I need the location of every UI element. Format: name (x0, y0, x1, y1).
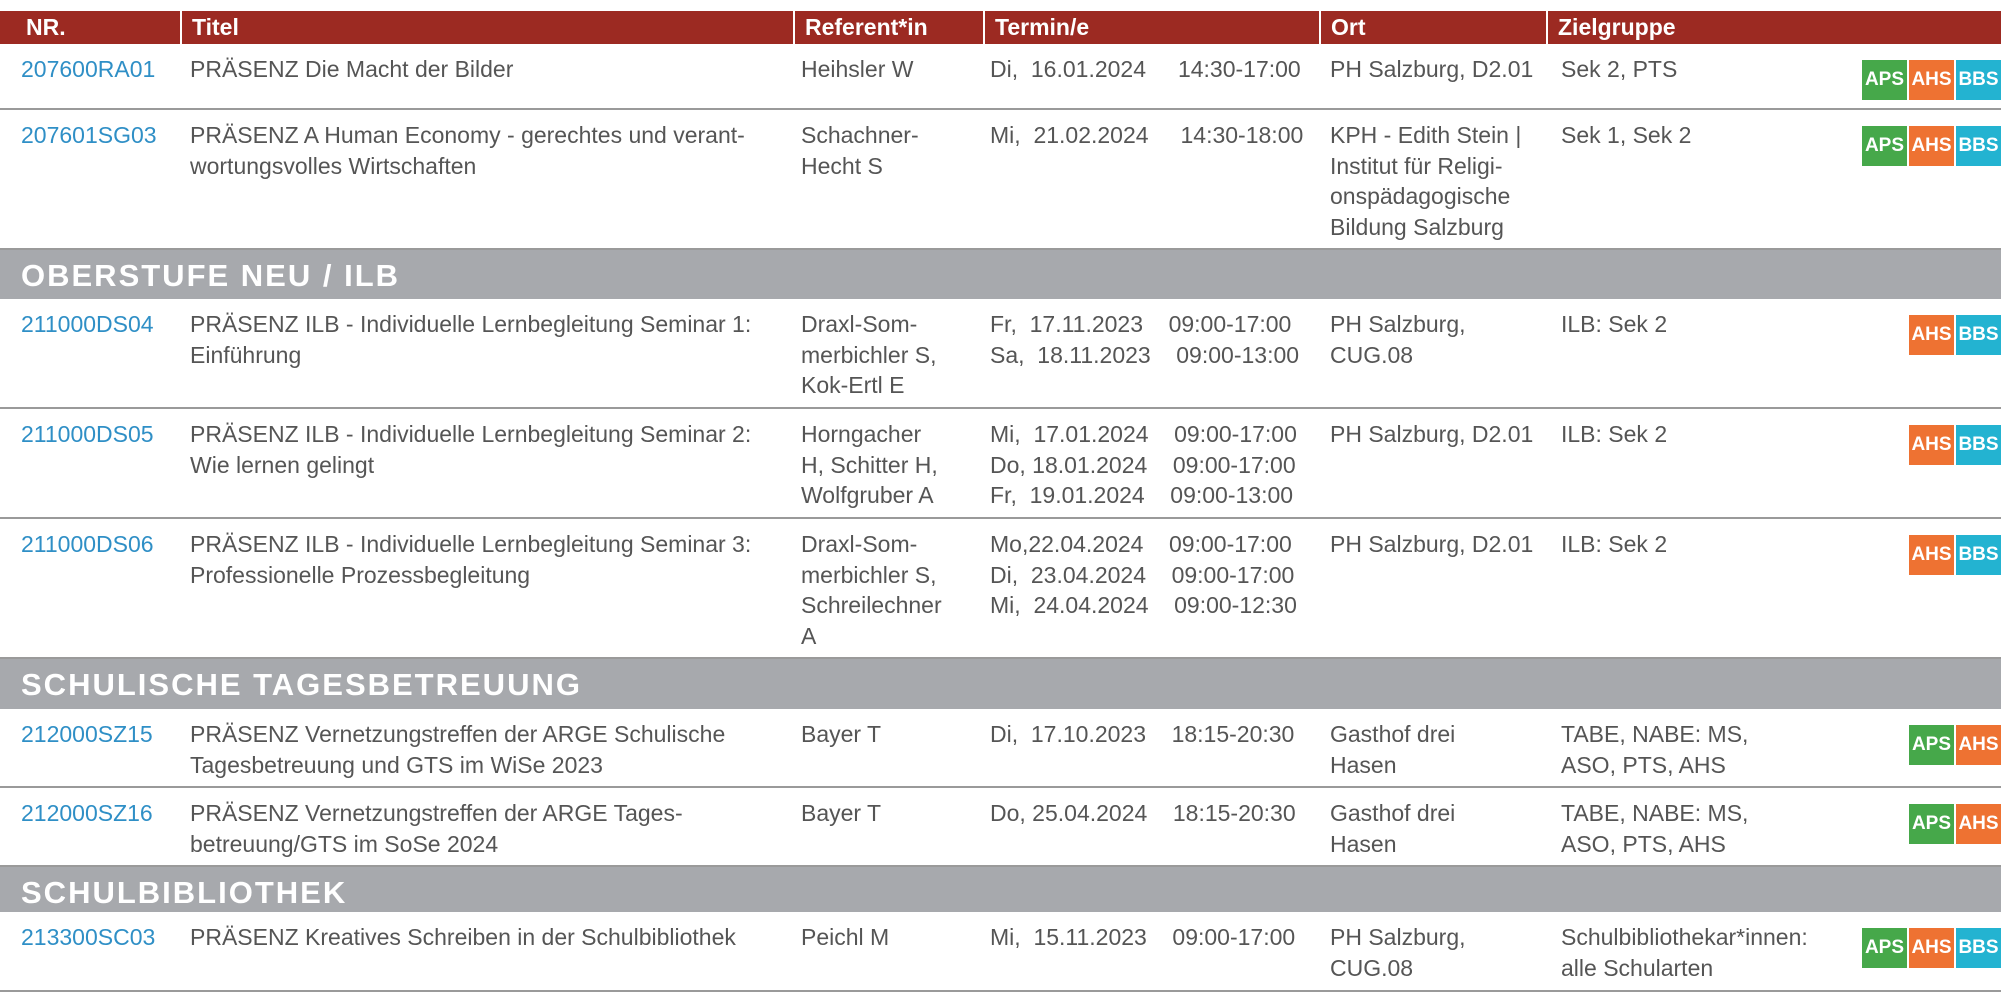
course-referent: Draxl-Som- merbichler S, Kok-Ertl E (801, 311, 937, 398)
table-row: 211000DS04 PRÄSENZ ILB - Individuelle Ler… (0, 299, 2001, 409)
badge-aps: APS (1862, 126, 1907, 166)
badge-aps: APS (1909, 725, 1954, 765)
course-title: PRÄSENZ ILB - Individuelle Lernbegleitun… (190, 531, 752, 588)
course-number-link[interactable]: 213300SC03 (21, 922, 155, 953)
school-type-badges: APS AHS (1907, 804, 2001, 844)
header-ort: Ort (1319, 11, 1546, 44)
table-row: 207601SG03 PRÄSENZ A Human Economy - gere… (0, 110, 2001, 250)
course-target-group: TABE, NABE: MS, ASO, PTS, AHS (1561, 721, 1749, 778)
course-dates: Mi, 17.01.2024 09:00-17:00 Do, 18.01.202… (990, 421, 1297, 508)
course-number-link[interactable]: 211000DS04 (21, 309, 154, 340)
course-target-group: ILB: Sek 2 (1561, 531, 1668, 557)
course-number-link[interactable]: 211000DS05 (21, 419, 154, 450)
school-type-badges: APS AHS BBS (1860, 126, 2001, 166)
course-location: Gasthof drei Hasen (1330, 721, 1456, 778)
badge-ahs: AHS (1956, 804, 2001, 844)
course-title: PRÄSENZ Die Macht der Bilder (190, 56, 514, 82)
course-referent: Schachner- Hecht S (801, 122, 919, 179)
badge-ahs: AHS (1956, 725, 2001, 765)
badge-ahs: AHS (1909, 126, 1954, 166)
school-type-badges: APS AHS BBS (1860, 60, 2001, 100)
course-target-group: Sek 1, Sek 2 (1561, 122, 1692, 148)
school-type-badges: APS AHS BBS (1860, 928, 2001, 968)
table-row: 212000SZ16 PRÄSENZ Vernetzungstreffen der… (0, 788, 2001, 867)
school-type-badges: AHS BBS (1907, 315, 2001, 355)
badge-ahs: AHS (1909, 535, 1954, 575)
course-location: PH Salzburg, CUG.08 (1330, 311, 1466, 368)
course-referent: Draxl-Som- merbichler S, Schreilechner A (801, 531, 942, 649)
course-target-group: Sek 2, PTS (1561, 56, 1678, 82)
course-target-group: ILB: Sek 2 (1561, 311, 1668, 337)
table-row: 213300SC03 PRÄSENZ Kreatives Schreiben in… (0, 912, 2001, 992)
course-title: PRÄSENZ Vernetzungstreffen der ARGE Schu… (190, 721, 726, 778)
course-number-link[interactable]: 207600RA01 (21, 54, 155, 85)
course-location: PH Salzburg, CUG.08 (1330, 924, 1466, 981)
badge-ahs: AHS (1909, 315, 1954, 355)
school-type-badges: AHS BBS (1907, 535, 2001, 575)
course-title: PRÄSENZ A Human Economy - gerechtes und … (190, 122, 745, 179)
course-title: PRÄSENZ Kreatives Schreiben in der Schul… (190, 924, 736, 950)
table-header: NR. Titel Referent*in Termin/e Ort Zielg… (0, 11, 2001, 44)
header-termin: Termin/e (983, 11, 1319, 44)
course-title: PRÄSENZ ILB - Individuelle Lernbegleitun… (190, 421, 752, 478)
badge-bbs: BBS (1956, 126, 2001, 166)
course-location: PH Salzburg, D2.01 (1330, 531, 1534, 557)
badge-aps: APS (1862, 928, 1907, 968)
header-titel: Titel (180, 11, 793, 44)
course-dates: Di, 16.01.2024 14:30-17:00 (990, 56, 1301, 82)
course-number-link[interactable]: 212000SZ16 (21, 798, 153, 829)
badge-ahs: AHS (1909, 928, 1954, 968)
badge-ahs: AHS (1909, 60, 1954, 100)
course-dates: Di, 17.10.2023 18:15-20:30 (990, 721, 1295, 747)
course-location: PH Salzburg, D2.01 (1330, 56, 1534, 82)
course-number-link[interactable]: 207601SG03 (21, 120, 157, 151)
course-title: PRÄSENZ Vernetzungstreffen der ARGE Tage… (190, 800, 683, 857)
section-heading: SCHULBIBLIOTHEK (0, 867, 2001, 912)
header-zielgruppe: Zielgruppe (1546, 11, 2001, 44)
course-referent: Horngacher H, Schitter H, Wolfgruber A (801, 421, 938, 508)
course-target-group: Schulbibliothekar*innen: alle Schularten (1561, 924, 1808, 981)
course-dates: Do, 25.04.2024 18:15-20:30 (990, 800, 1296, 826)
course-referent: Bayer T (801, 800, 882, 826)
badge-bbs: BBS (1956, 315, 2001, 355)
badge-bbs: BBS (1956, 60, 2001, 100)
course-target-group: TABE, NABE: MS, ASO, PTS, AHS (1561, 800, 1749, 857)
course-location: Gasthof drei Hasen (1330, 800, 1456, 857)
badge-aps: APS (1909, 804, 1954, 844)
course-referent: Bayer T (801, 721, 882, 747)
school-type-badges: APS AHS (1907, 725, 2001, 765)
cut-off-heading (0, 0, 2001, 11)
header-nr: NR. (26, 14, 66, 40)
course-title: PRÄSENZ ILB - Individuelle Lernbegleitun… (190, 311, 752, 368)
badge-aps: APS (1862, 60, 1907, 100)
course-dates: Fr, 17.11.2023 09:00-17:00 Sa, 18.11.202… (990, 311, 1300, 368)
course-referent: Peichl M (801, 924, 890, 950)
section-heading: SCHULISCHE TAGESBETREUUNG (0, 659, 2001, 709)
section-heading: OBERSTUFE NEU / ILB (0, 250, 2001, 299)
badge-bbs: BBS (1956, 535, 2001, 575)
course-target-group: ILB: Sek 2 (1561, 421, 1668, 447)
course-location: KPH - Edith Stein | Institut für Religi-… (1330, 122, 1522, 240)
header-referent: Referent*in (793, 11, 983, 44)
table-row: 207600RA01 PRÄSENZ Die Macht der Bilder He… (0, 44, 2001, 110)
badge-bbs: BBS (1956, 425, 2001, 465)
course-number-link[interactable]: 211000DS06 (21, 529, 154, 560)
badge-bbs: BBS (1956, 928, 2001, 968)
course-location: PH Salzburg, D2.01 (1330, 421, 1534, 447)
course-dates: Mo,22.04.2024 09:00-17:00 Di, 23.04.2024… (990, 531, 1297, 618)
course-dates: Mi, 21.02.2024 14:30-18:00 (990, 122, 1304, 148)
table-row: 211000DS05 PRÄSENZ ILB - Individuelle Ler… (0, 409, 2001, 519)
table-row: 211000DS06 PRÄSENZ ILB - Individuelle Ler… (0, 519, 2001, 659)
course-referent: Heihsler W (801, 56, 914, 82)
school-type-badges: AHS BBS (1907, 425, 2001, 465)
course-number-link[interactable]: 212000SZ15 (21, 719, 153, 750)
course-dates: Mi, 15.11.2023 09:00-17:00 (990, 924, 1296, 950)
badge-ahs: AHS (1909, 425, 1954, 465)
table-row: 212000SZ15 PRÄSENZ Vernetzungstreffen der… (0, 709, 2001, 788)
